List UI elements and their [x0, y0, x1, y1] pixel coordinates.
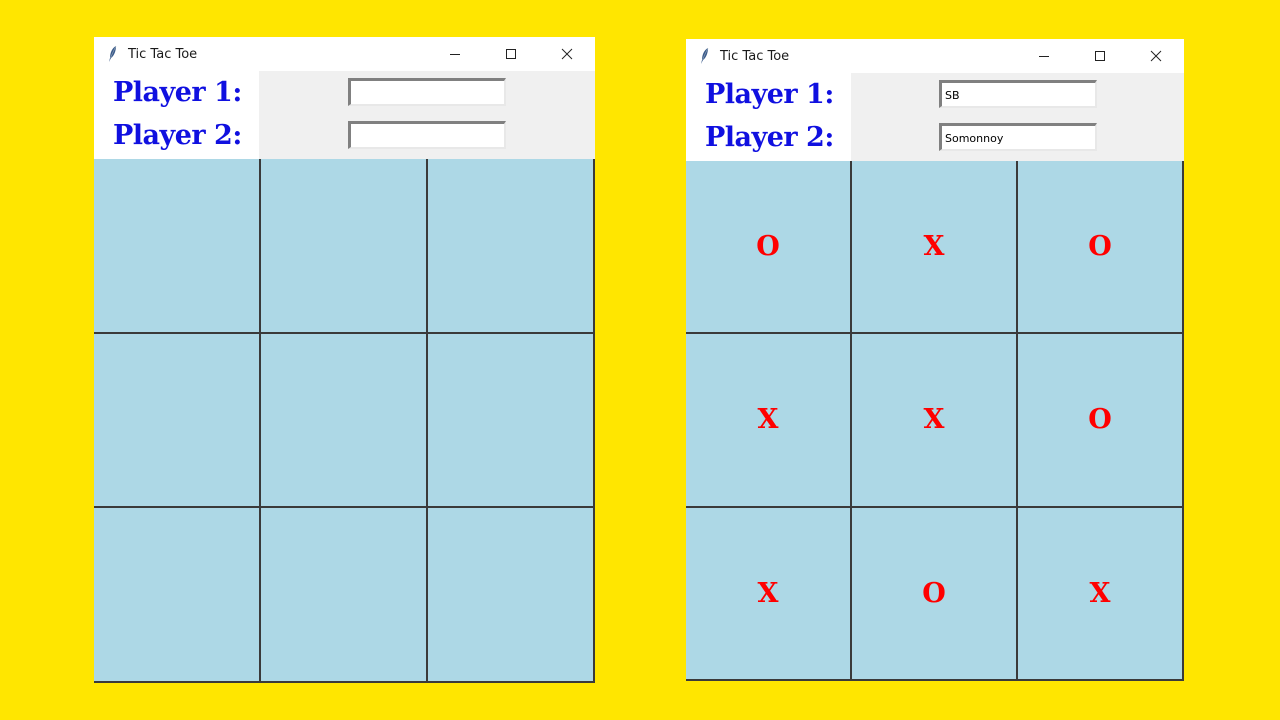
- player2-name-input[interactable]: [348, 121, 506, 149]
- close-icon: [561, 48, 573, 60]
- minimize-button[interactable]: [1016, 39, 1072, 73]
- game-board: [94, 159, 595, 683]
- board-cell-5[interactable]: [261, 333, 428, 509]
- board-cell-7[interactable]: X: [686, 507, 852, 681]
- board-cell-4[interactable]: [94, 333, 261, 509]
- player1-name-input[interactable]: [348, 78, 506, 106]
- minimize-icon: [1039, 56, 1049, 57]
- player1-label: Player 1:: [113, 77, 242, 108]
- player2-label: Player 2:: [705, 122, 834, 153]
- board-cell-6[interactable]: O: [1018, 334, 1184, 508]
- player-names-panel: Player 1: Player 2:: [686, 73, 1184, 161]
- board-cell-7[interactable]: [94, 508, 261, 683]
- board-cell-8[interactable]: [261, 508, 428, 683]
- maximize-button[interactable]: [483, 37, 539, 71]
- board-cell-9[interactable]: X: [1018, 507, 1184, 681]
- player-names-panel: Player 1: Player 2:: [94, 71, 595, 159]
- board-cell-6[interactable]: [428, 333, 595, 509]
- feather-icon: [698, 47, 712, 65]
- board-cell-9[interactable]: [428, 508, 595, 683]
- board-cell-8[interactable]: O: [852, 507, 1018, 681]
- player2-label: Player 2:: [113, 120, 242, 151]
- maximize-icon: [1095, 51, 1105, 61]
- minimize-button[interactable]: [427, 37, 483, 71]
- board-cell-5[interactable]: X: [852, 334, 1018, 508]
- board-cell-1[interactable]: O: [686, 161, 852, 335]
- window-title: Tic Tac Toe: [128, 46, 198, 62]
- board-cell-3[interactable]: O: [1018, 161, 1184, 335]
- board-cell-3[interactable]: [428, 159, 595, 334]
- minimize-icon: [450, 54, 460, 55]
- feather-icon: [106, 45, 120, 63]
- maximize-button[interactable]: [1072, 39, 1128, 73]
- player2-name-input[interactable]: [939, 123, 1097, 151]
- labels-column: Player 1: Player 2:: [94, 71, 259, 159]
- maximize-icon: [506, 49, 516, 59]
- title-bar[interactable]: Tic Tac Toe: [94, 37, 595, 71]
- close-button[interactable]: [539, 37, 595, 71]
- title-bar[interactable]: Tic Tac Toe: [686, 39, 1184, 73]
- close-button[interactable]: [1128, 39, 1184, 73]
- game-board: O X O X X O X O X: [686, 161, 1184, 681]
- tic-tac-toe-window-empty: Tic Tac Toe Player 1: Player 2:: [94, 37, 595, 683]
- player1-name-input[interactable]: [939, 80, 1097, 108]
- labels-column: Player 1: Player 2:: [686, 73, 851, 161]
- window-title: Tic Tac Toe: [720, 48, 790, 64]
- board-cell-4[interactable]: X: [686, 334, 852, 508]
- board-cell-2[interactable]: X: [852, 161, 1018, 335]
- tic-tac-toe-window-played: Tic Tac Toe Player 1: Player 2: O X O X …: [686, 39, 1184, 681]
- board-cell-2[interactable]: [261, 159, 428, 334]
- close-icon: [1150, 50, 1162, 62]
- player1-label: Player 1:: [705, 79, 834, 110]
- board-cell-1[interactable]: [94, 159, 261, 334]
